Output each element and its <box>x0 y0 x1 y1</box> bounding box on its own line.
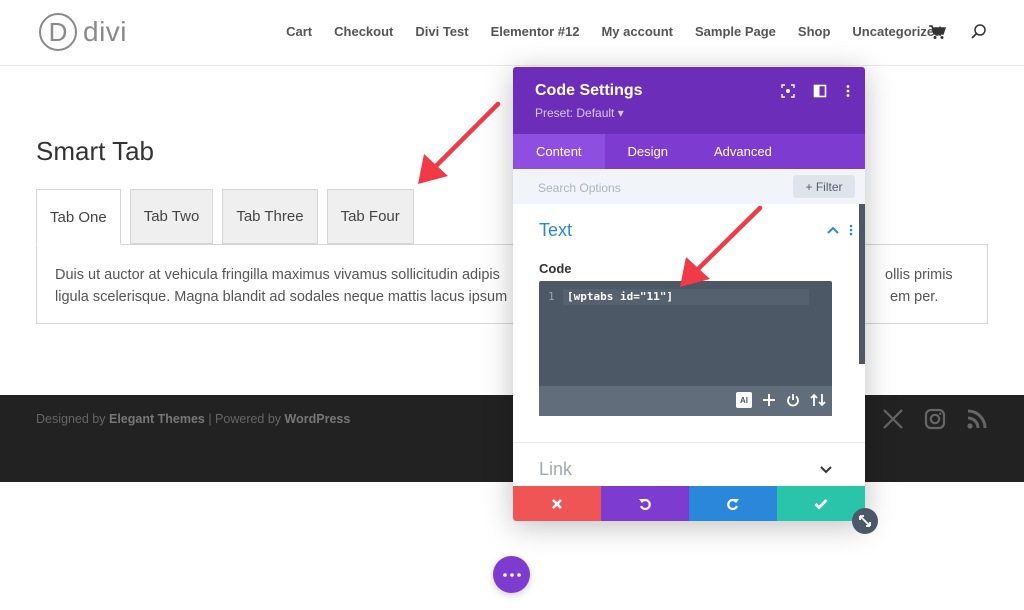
sort-arrows-icon[interactable] <box>810 393 826 407</box>
site-logo[interactable]: D divi <box>39 13 127 51</box>
nav-checkout[interactable]: Checkout <box>334 24 393 39</box>
fullscreen-icon[interactable] <box>781 84 795 98</box>
close-icon <box>552 498 562 509</box>
chevron-down-icon[interactable] <box>820 466 832 474</box>
nav-shop[interactable]: Shop <box>798 24 831 39</box>
nav-divi-test[interactable]: Divi Test <box>415 24 468 39</box>
code-text[interactable]: [wptabs id="11"] <box>567 290 673 303</box>
builder-menu-button[interactable] <box>493 556 530 593</box>
tab-content[interactable]: Content <box>513 134 605 169</box>
rss-icon[interactable] <box>965 407 989 431</box>
chevron-up-icon[interactable] <box>827 226 839 234</box>
panel-text-line2: ligula scelerisque. Magna blandit ad sod… <box>55 289 508 305</box>
footer-elegant-link[interactable]: Elegant Themes <box>109 412 205 426</box>
tab-advanced[interactable]: Advanced <box>691 134 795 169</box>
cart-icon[interactable] <box>928 23 946 41</box>
tab-one[interactable]: Tab One <box>36 189 121 245</box>
logo-mark: D <box>39 13 77 51</box>
code-settings-modal: Code Settings Preset: Default ▾ Content … <box>513 67 865 521</box>
undo-icon <box>639 498 651 510</box>
footer-credit: Designed by Elegant Themes | Powered by … <box>36 412 350 426</box>
discard-button[interactable] <box>513 486 601 521</box>
panel-text-line2-end: em per. <box>890 289 939 305</box>
code-field-label: Code <box>539 261 572 276</box>
logo-text: divi <box>83 16 128 47</box>
ai-icon[interactable]: AI <box>736 392 752 408</box>
nav-cart[interactable]: Cart <box>286 24 312 39</box>
site-header: D divi Cart Checkout Divi Test Elementor… <box>0 0 1024 66</box>
undo-button[interactable] <box>601 486 689 521</box>
power-icon[interactable] <box>786 393 800 407</box>
modal-footer <box>513 486 865 521</box>
section-menu-icon[interactable] <box>849 224 853 236</box>
search-options-input[interactable]: Search Options <box>538 181 621 195</box>
code-editor[interactable]: 1 [wptabs id="11"] AI <box>539 281 832 416</box>
footer-wordpress-link[interactable]: WordPress <box>285 412 351 426</box>
modal-scrollbar[interactable] <box>859 204 865 364</box>
line-number: 1 <box>548 290 555 303</box>
main-nav: Cart Checkout Divi Test Elementor #12 My… <box>264 24 942 39</box>
footer-designed-by: Designed by <box>36 412 106 426</box>
preset-dropdown[interactable]: Preset: Default ▾ <box>535 106 843 120</box>
panel-text-line1-end: ollis primis <box>885 267 953 283</box>
section-link-title[interactable]: Link <box>539 459 572 480</box>
tab-three[interactable]: Tab Three <box>222 189 318 244</box>
search-options-row: Search Options + Filter <box>513 169 865 204</box>
section-divider <box>513 442 865 443</box>
section-text-title[interactable]: Text <box>539 220 572 241</box>
annotation-arrow-tabs <box>418 101 501 184</box>
resize-icon <box>859 515 871 527</box>
tab-design[interactable]: Design <box>605 134 691 169</box>
modal-header: Code Settings Preset: Default ▾ <box>513 67 865 134</box>
split-view-icon[interactable] <box>813 84 827 98</box>
nav-my-account[interactable]: My account <box>601 24 673 39</box>
instagram-icon[interactable] <box>923 407 947 431</box>
more-horizontal-icon <box>502 572 521 577</box>
annotation-arrow-code <box>680 205 763 287</box>
redo-icon <box>727 498 739 510</box>
resize-handle[interactable] <box>852 508 878 534</box>
more-options-icon[interactable] <box>845 84 851 98</box>
filter-button[interactable]: + Filter <box>793 175 855 198</box>
redo-button[interactable] <box>689 486 777 521</box>
tab-two[interactable]: Tab Two <box>129 189 214 244</box>
nav-elementor-12[interactable]: Elementor #12 <box>491 24 580 39</box>
modal-tabs: Content Design Advanced <box>513 134 865 169</box>
modal-header-icons <box>781 84 851 98</box>
code-toolbar: AI <box>539 386 832 416</box>
page-title: Smart Tab <box>36 136 155 166</box>
search-icon[interactable] <box>970 23 988 41</box>
section-text-controls <box>827 224 853 236</box>
panel-text-line1: Duis ut auctor at vehicula fringilla max… <box>55 267 500 283</box>
nav-sample-page[interactable]: Sample Page <box>695 24 776 39</box>
plus-icon[interactable] <box>762 393 776 407</box>
tab-four[interactable]: Tab Four <box>326 189 414 244</box>
footer-separator: | Powered by <box>204 412 285 426</box>
site-footer: Designed by Elegant Themes | Powered by … <box>0 395 1024 482</box>
smart-tabs: Tab One Tab Two Tab Three Tab Four <box>36 189 423 245</box>
check-icon <box>814 498 828 509</box>
x-twitter-icon[interactable] <box>881 407 905 431</box>
